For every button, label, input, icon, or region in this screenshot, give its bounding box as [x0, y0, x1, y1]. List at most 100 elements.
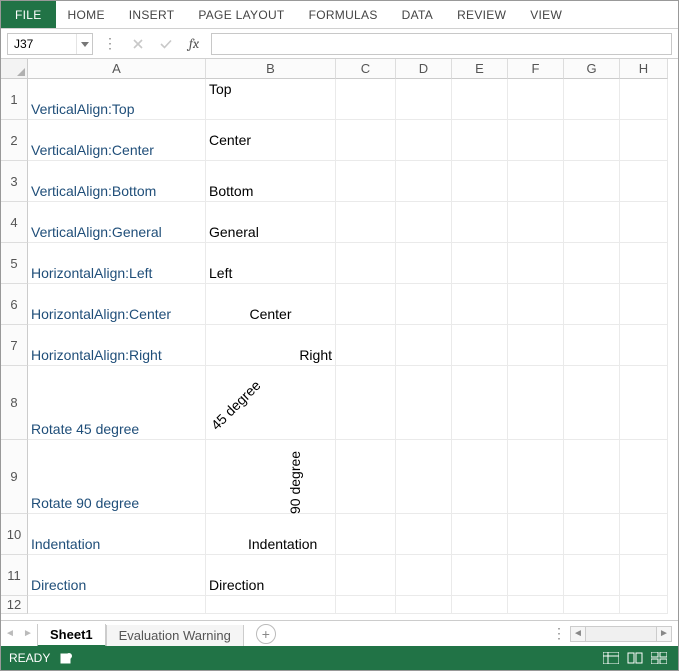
cell-F2[interactable] [508, 120, 564, 161]
cell-C12[interactable] [336, 596, 396, 614]
cell-F9[interactable] [508, 440, 564, 514]
cell-B11[interactable]: Direction [206, 555, 336, 596]
cell-G4[interactable] [564, 202, 620, 243]
page-break-view-button[interactable] [648, 650, 670, 666]
cell-H10[interactable] [620, 514, 668, 555]
name-box-dropdown[interactable] [76, 34, 92, 54]
cell-A12[interactable] [28, 596, 206, 614]
cell-E6[interactable] [452, 284, 508, 325]
cell-E3[interactable] [452, 161, 508, 202]
cell-A2[interactable]: VerticalAlign:Center [28, 120, 206, 161]
row-header-4[interactable]: 4 [1, 202, 28, 243]
cell-C9[interactable] [336, 440, 396, 514]
cell-D1[interactable] [396, 79, 452, 120]
cell-G2[interactable] [564, 120, 620, 161]
cell-E8[interactable] [452, 366, 508, 440]
cell-D2[interactable] [396, 120, 452, 161]
select-all-triangle[interactable] [1, 59, 28, 79]
page-layout-view-button[interactable] [624, 650, 646, 666]
col-header-G[interactable]: G [564, 59, 620, 79]
hscroll-right[interactable]: ► [656, 626, 672, 642]
cell-G7[interactable] [564, 325, 620, 366]
row-header-1[interactable]: 1 [1, 79, 28, 120]
cell-C6[interactable] [336, 284, 396, 325]
cell-H3[interactable] [620, 161, 668, 202]
cell-A4[interactable]: VerticalAlign:General [28, 202, 206, 243]
cell-E1[interactable] [452, 79, 508, 120]
cell-F3[interactable] [508, 161, 564, 202]
cell-D4[interactable] [396, 202, 452, 243]
cell-A10[interactable]: Indentation [28, 514, 206, 555]
cell-H4[interactable] [620, 202, 668, 243]
macro-record-icon[interactable] [60, 651, 74, 665]
cell-E12[interactable] [452, 596, 508, 614]
cell-C8[interactable] [336, 366, 396, 440]
cell-E9[interactable] [452, 440, 508, 514]
cell-H11[interactable] [620, 555, 668, 596]
cell-D8[interactable] [396, 366, 452, 440]
cell-A9[interactable]: Rotate 90 degree [28, 440, 206, 514]
formula-input[interactable] [211, 33, 672, 55]
cell-G6[interactable] [564, 284, 620, 325]
ribbon-tab-view[interactable]: VIEW [518, 1, 574, 28]
cell-B9[interactable]: 90 degree [206, 440, 336, 514]
cell-B5[interactable]: Left [206, 243, 336, 284]
cell-H1[interactable] [620, 79, 668, 120]
name-box[interactable] [8, 34, 76, 54]
row-header-3[interactable]: 3 [1, 161, 28, 202]
cell-B2[interactable]: Center [206, 120, 336, 161]
ribbon-tab-formulas[interactable]: FORMULAS [297, 1, 390, 28]
row-header-6[interactable]: 6 [1, 284, 28, 325]
cell-A6[interactable]: HorizontalAlign:Center [28, 284, 206, 325]
cell-H9[interactable] [620, 440, 668, 514]
sheet-nav-prev[interactable]: ◄ [1, 621, 19, 646]
cell-G9[interactable] [564, 440, 620, 514]
col-header-A[interactable]: A [28, 59, 206, 79]
cell-G11[interactable] [564, 555, 620, 596]
cell-F4[interactable] [508, 202, 564, 243]
spreadsheet-grid[interactable]: ABCDEFGH 123456789101112 VerticalAlign:T… [1, 59, 678, 620]
cell-F7[interactable] [508, 325, 564, 366]
col-header-C[interactable]: C [336, 59, 396, 79]
cell-A5[interactable]: HorizontalAlign:Left [28, 243, 206, 284]
cell-F11[interactable] [508, 555, 564, 596]
cell-A11[interactable]: Direction [28, 555, 206, 596]
cell-D3[interactable] [396, 161, 452, 202]
cell-G3[interactable] [564, 161, 620, 202]
ribbon-tab-file[interactable]: FILE [1, 1, 56, 28]
cell-E2[interactable] [452, 120, 508, 161]
ribbon-tab-home[interactable]: HOME [56, 1, 117, 28]
cell-B4[interactable]: General [206, 202, 336, 243]
cell-B7[interactable]: Right [206, 325, 336, 366]
cell-H6[interactable] [620, 284, 668, 325]
cell-G5[interactable] [564, 243, 620, 284]
ribbon-tab-review[interactable]: REVIEW [445, 1, 518, 28]
cell-D5[interactable] [396, 243, 452, 284]
accept-formula-button[interactable] [155, 34, 177, 54]
cell-C1[interactable] [336, 79, 396, 120]
hscroll-left[interactable]: ◄ [570, 626, 586, 642]
cell-B3[interactable]: Bottom [206, 161, 336, 202]
insert-function-button[interactable]: fx [183, 34, 205, 54]
cell-C10[interactable] [336, 514, 396, 555]
cell-E4[interactable] [452, 202, 508, 243]
cell-C3[interactable] [336, 161, 396, 202]
row-header-8[interactable]: 8 [1, 366, 28, 440]
row-header-7[interactable]: 7 [1, 325, 28, 366]
row-header-2[interactable]: 2 [1, 120, 28, 161]
sheet-tab-evaluation-warning[interactable]: Evaluation Warning [106, 625, 244, 647]
cell-C11[interactable] [336, 555, 396, 596]
horizontal-scrollbar[interactable]: ◄ ► [570, 621, 678, 646]
ribbon-tab-page-layout[interactable]: PAGE LAYOUT [186, 1, 296, 28]
row-header-12[interactable]: 12 [1, 596, 28, 614]
ribbon-tab-insert[interactable]: INSERT [117, 1, 187, 28]
cell-B1[interactable]: Top [206, 79, 336, 120]
cell-F6[interactable] [508, 284, 564, 325]
col-header-H[interactable]: H [620, 59, 668, 79]
cell-D10[interactable] [396, 514, 452, 555]
cell-G10[interactable] [564, 514, 620, 555]
cell-H8[interactable] [620, 366, 668, 440]
add-sheet-button[interactable]: + [256, 624, 276, 644]
cell-C5[interactable] [336, 243, 396, 284]
cell-E5[interactable] [452, 243, 508, 284]
